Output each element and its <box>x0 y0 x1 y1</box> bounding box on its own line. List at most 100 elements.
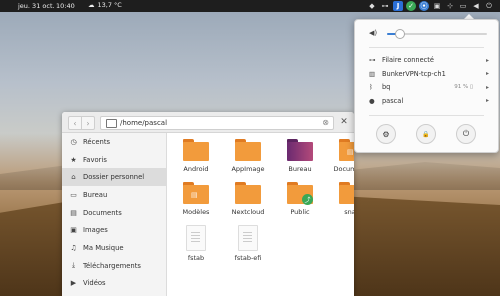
file-manager-window: ‹ › /home/pascal ⊗ ✕ ◷ Récents ★ Favoris ⌂ Do… <box>62 112 354 296</box>
folder-icon <box>235 182 261 204</box>
panel-date[interactable]: jeu. 31 oct. <box>18 2 55 10</box>
folder-icon <box>339 182 354 204</box>
battery-level: 91 % ▯ <box>454 84 473 90</box>
divider <box>369 115 484 116</box>
download-icon: ⤓ <box>71 261 76 270</box>
item-label: Public <box>290 208 310 216</box>
folder-icon: ⤴ <box>287 182 313 205</box>
item-label: Android <box>183 165 209 173</box>
sidebar-item-dossier-personnel[interactable]: ⌂ Dossier personnel <box>62 168 166 187</box>
sidebar-item-ma-musique[interactable]: ♫ Ma Musique <box>62 239 166 257</box>
folder-icon <box>183 139 209 161</box>
network-icon[interactable]: ⊶ <box>380 1 390 11</box>
location-path: /home/pascal <box>120 119 168 127</box>
sidebar-item-label: Favoris <box>83 155 107 164</box>
music-icon: ♫ <box>70 243 77 252</box>
battery-icon[interactable]: ▭ <box>458 1 468 11</box>
sidebar: ◷ Récents ★ Favoris ⌂ Dossier personnel ▭ Burea… <box>62 133 167 296</box>
sidebar-item-label: Bureau <box>83 190 108 199</box>
panel-clock[interactable]: 10:40 <box>56 2 75 10</box>
header-bar: ‹ › /home/pascal ⊗ ✕ <box>62 112 354 133</box>
folder-item[interactable]: Bureau <box>278 139 322 173</box>
sidebar-item-images[interactable]: ▣ Images <box>62 221 166 239</box>
menu-row-bluetooth[interactable]: ᛒ bq 91 % ▯ ▸ <box>369 81 489 93</box>
folder-item[interactable]: ▤ Documents <box>330 139 354 173</box>
sidebar-item-label: Documents <box>83 208 122 217</box>
videos-icon: ▶ <box>70 279 77 288</box>
vpn-icon[interactable]: ⦿ <box>419 1 429 11</box>
location-bar[interactable]: /home/pascal ⊗ <box>100 116 334 130</box>
sidebar-item-documents[interactable]: ▤ Documents <box>62 204 166 222</box>
dropbox-icon[interactable]: ◆ <box>367 1 377 11</box>
documents-icon: ▤ <box>70 208 77 217</box>
sidebar-item-vid-os[interactable]: ▶ Vidéos <box>62 275 166 293</box>
sidebar-item-label: Téléchargements <box>83 261 141 270</box>
text-file-icon <box>186 225 206 251</box>
lock-icon: 🔒 <box>422 130 430 138</box>
chevron-right-icon: ▸ <box>485 83 489 91</box>
speaker-icon: ◀) <box>369 29 378 37</box>
display-icon[interactable]: ▣ <box>432 1 442 11</box>
file-item[interactable]: fstab <box>174 225 218 262</box>
chevron-right-icon: ▸ <box>485 97 489 104</box>
folder-item[interactable]: AppImage <box>226 139 270 173</box>
folder-item[interactable]: Nextcloud <box>226 182 270 216</box>
chevron-right-icon: ▸ <box>485 70 489 77</box>
close-button[interactable]: ✕ <box>338 116 350 128</box>
panel-weather[interactable]: ☁ 13,7 °C <box>88 1 122 9</box>
folder-emblem-icon: ▤ <box>191 191 198 199</box>
menu-row-label: pascal <box>382 96 404 105</box>
weather-icon: ☁ <box>88 1 95 9</box>
menu-row-network[interactable]: ⊶ Filaire connecté ▸ <box>369 54 489 66</box>
volume-icon[interactable]: ◀ <box>471 1 481 11</box>
settings-icon: ⚙ <box>382 129 390 139</box>
chevron-right-icon: › <box>86 118 90 128</box>
item-label: Modèles <box>182 208 210 216</box>
power-button[interactable]: ⏻ <box>456 124 476 144</box>
close-icon: ✕ <box>340 117 348 127</box>
forward-button[interactable]: › <box>81 116 95 130</box>
desktop-icon: ▭ <box>70 190 77 199</box>
sidebar-item-t-l-chargements[interactable]: ⤓ Téléchargements <box>62 257 166 275</box>
folder-icon <box>235 139 261 161</box>
sidebar-item-label: Images <box>83 226 108 235</box>
settings-button[interactable]: ⚙ <box>376 124 396 144</box>
sidebar-item-bureau[interactable]: ▭ Bureau <box>62 186 166 204</box>
divider <box>369 47 484 48</box>
bluetooth-icon: ᛒ <box>369 83 373 91</box>
folder-item[interactable]: ▤ Modèles <box>174 182 218 216</box>
folder-item[interactable]: snap <box>330 182 354 216</box>
folder-item[interactable]: ⤴ Public <box>278 182 322 216</box>
folder-icon <box>287 139 313 161</box>
sidebar-item-label: Récents <box>83 137 111 146</box>
images-icon: ▣ <box>70 226 77 235</box>
item-label: Bureau <box>288 165 312 173</box>
sidebar-item-favoris[interactable]: ★ Favoris <box>62 151 166 169</box>
volume-slider[interactable] <box>387 29 487 39</box>
clock-icon: ◷ <box>70 137 77 146</box>
back-button[interactable]: ‹ <box>68 116 82 130</box>
check-icon[interactable]: ✓ <box>406 1 416 11</box>
network-wired-icon[interactable]: ⊹ <box>445 1 455 11</box>
sidebar-item-label: Dossier personnel <box>83 173 145 182</box>
share-icon: ⤴ <box>302 194 313 205</box>
power-icon[interactable]: ⏻ <box>484 1 494 11</box>
item-label: Nextcloud <box>231 208 265 216</box>
volume-knob[interactable] <box>395 29 405 39</box>
menu-row-vpn[interactable]: ▥ BunkerVPN-tcp-ch1 ▸ <box>369 68 489 80</box>
lock-button[interactable]: 🔒 <box>416 124 436 144</box>
item-label: snap <box>344 208 354 216</box>
menu-row-label: BunkerVPN-tcp-ch1 <box>382 69 446 78</box>
sidebar-item-label: Ma Musique <box>83 243 124 252</box>
item-label: AppImage <box>231 165 265 173</box>
folder-item[interactable]: Android <box>174 139 218 173</box>
jetbrains-icon[interactable]: J <box>393 1 403 11</box>
clear-icon[interactable]: ⊗ <box>322 118 329 127</box>
sidebar-item-r-cents[interactable]: ◷ Récents <box>62 133 166 151</box>
menu-row-user[interactable]: ● pascal ▸ <box>369 95 489 107</box>
file-item[interactable]: fstab-efi <box>226 225 270 262</box>
folder-icon <box>106 118 117 128</box>
vpn-icon: ▥ <box>369 69 376 78</box>
network-icon: ⊶ <box>369 56 376 64</box>
star-icon: ★ <box>70 155 77 164</box>
